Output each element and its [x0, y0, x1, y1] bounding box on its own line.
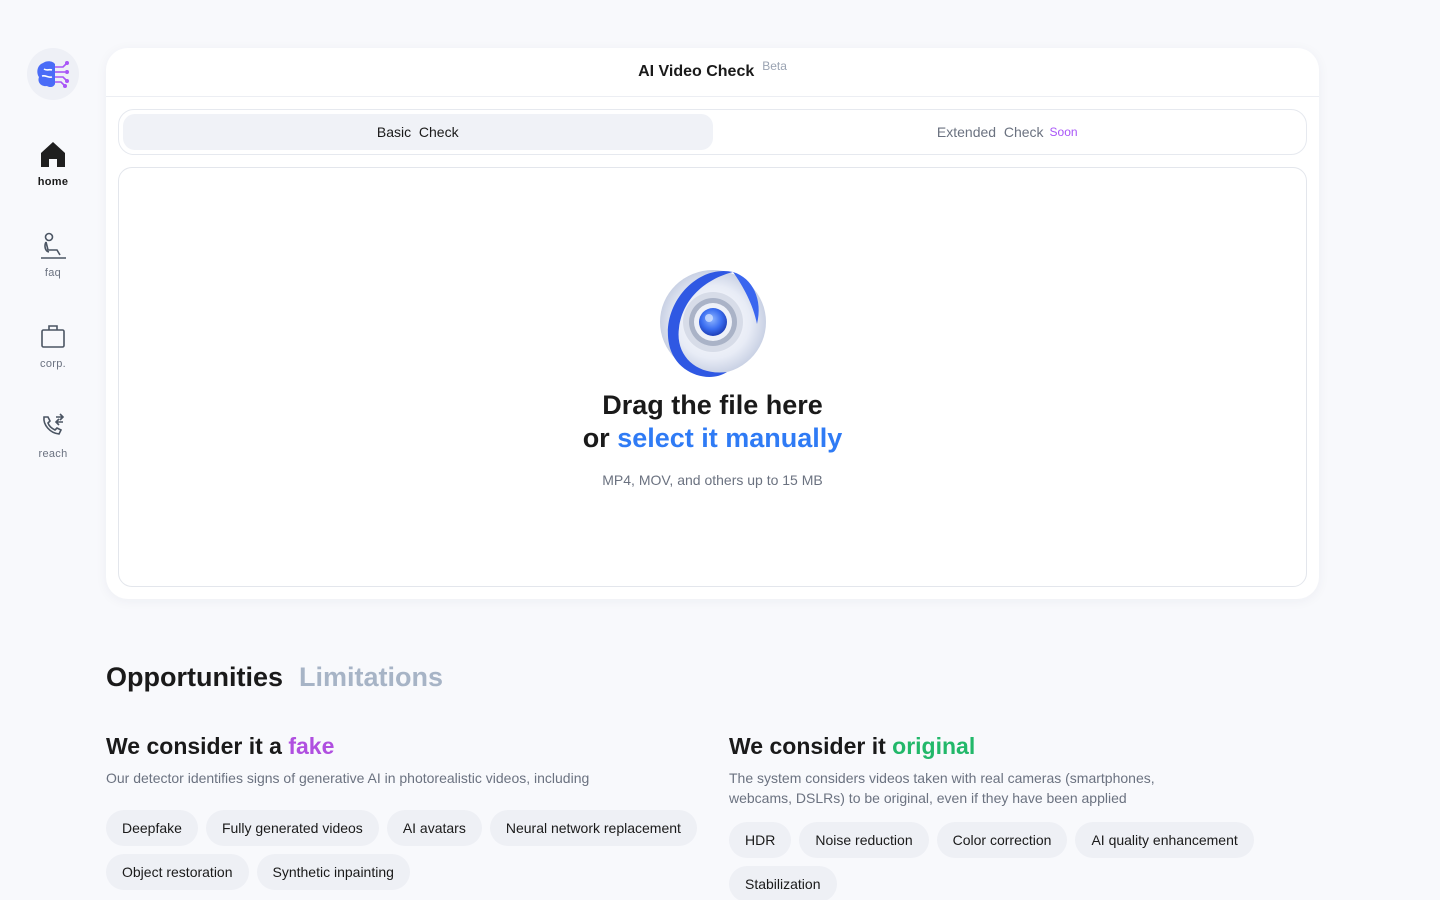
original-column: We consider it original The system consi… — [729, 733, 1329, 900]
sidebar: home faq corp. reach — [0, 0, 106, 900]
file-dropzone[interactable]: Drag the file here or select it manually… — [118, 167, 1307, 587]
drop-instruction-alt: or select it manually — [583, 423, 843, 454]
chip: AI quality enhancement — [1075, 822, 1254, 858]
fake-heading: We consider it a fake — [106, 733, 706, 760]
chip: AI avatars — [386, 810, 482, 846]
chip: Noise reduction — [799, 822, 929, 858]
original-description: The system considers videos taken with r… — [729, 770, 1155, 806]
tab-label: Basic Check — [376, 124, 459, 140]
original-heading-prefix: We consider it — [729, 733, 886, 759]
briefcase-icon — [37, 320, 69, 352]
tab-opportunities[interactable]: Opportunities — [106, 662, 283, 693]
phone-icon — [37, 410, 69, 442]
sidebar-item-reach[interactable]: reach — [18, 410, 88, 460]
home-icon — [37, 138, 69, 170]
fake-column: We consider it a fake Our detector ident… — [106, 733, 706, 890]
chip: Object restoration — [106, 854, 249, 890]
chip: Deepfake — [106, 810, 198, 846]
select-file-link[interactable]: select it manually — [617, 423, 842, 453]
card-header: AI Video Check Beta — [106, 48, 1319, 97]
fake-heading-accent: fake — [288, 733, 335, 759]
chip: Color correction — [936, 822, 1068, 858]
sidebar-item-label: home — [37, 176, 69, 188]
original-heading: We consider it original — [729, 733, 1329, 760]
drop-instruction: Drag the file here — [602, 390, 823, 420]
chip: Synthetic inpainting — [256, 854, 410, 890]
sidebar-item-faq[interactable]: faq — [18, 229, 88, 279]
drop-or-text: or — [582, 423, 610, 453]
sidebar-item-label: corp. — [40, 358, 66, 370]
chip: Neural network replacement — [489, 810, 697, 846]
sidebar-item-label: faq — [44, 267, 62, 279]
card-title: AI Video Check — [638, 63, 755, 80]
tab-basic-check[interactable]: Basic Check — [123, 114, 713, 150]
tab-label: Extended Check — [936, 124, 1044, 140]
soon-badge: Soon — [1049, 125, 1078, 139]
video-check-card: AI Video Check Beta Basic Check Extended… — [106, 48, 1319, 599]
fake-description: Our detector identifies signs of generat… — [106, 770, 590, 786]
tab-limitations[interactable]: Limitations — [299, 662, 443, 693]
beta-badge: Beta — [762, 59, 787, 73]
chip: HDR — [729, 822, 792, 858]
fake-chip-list: Deepfake Fully generated videos AI avata… — [106, 810, 706, 890]
tab-extended-check[interactable]: Extended Check Soon — [713, 114, 1303, 150]
original-chip-list: HDR Noise reduction Color correction AI … — [729, 822, 1329, 900]
original-heading-accent: original — [892, 733, 976, 759]
file-format-hint: MP4, MOV, and others up to 15 MB — [602, 472, 823, 488]
upload-orb-icon — [659, 270, 766, 377]
check-mode-tabs: Basic Check Extended Check Soon — [118, 109, 1307, 155]
section-tabs: Opportunities Limitations — [106, 662, 443, 693]
chip: Stabilization — [729, 866, 837, 900]
faq-icon — [37, 229, 69, 261]
sidebar-item-home[interactable]: home — [18, 138, 88, 188]
sidebar-item-corp[interactable]: corp. — [18, 320, 88, 370]
logo[interactable] — [27, 48, 79, 100]
fake-heading-prefix: We consider it a — [106, 733, 282, 759]
chip: Fully generated videos — [205, 810, 379, 846]
sidebar-item-label: reach — [38, 448, 68, 460]
brain-logo-icon — [37, 61, 69, 88]
